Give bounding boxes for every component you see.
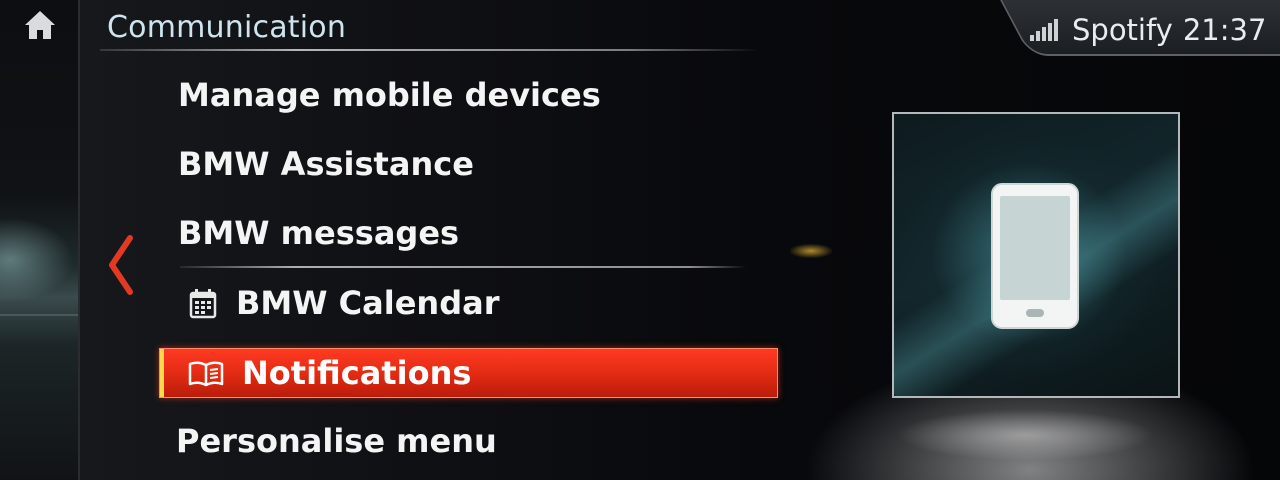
home-button[interactable] — [22, 8, 58, 42]
menu-divider — [180, 266, 746, 268]
menu-item-label: BMW messages — [178, 214, 460, 252]
back-button[interactable] — [106, 234, 136, 296]
menu-item-bmw-calendar[interactable]: BMW Calendar — [188, 284, 499, 322]
rail-glow — [0, 200, 78, 320]
menu-item-personalise-menu[interactable]: Personalise menu — [176, 422, 497, 460]
clock: 21:37 — [1182, 13, 1267, 47]
calendar-icon — [189, 289, 217, 319]
menu-item-notifications[interactable]: Notifications — [159, 348, 778, 398]
menu-item-label: Manage mobile devices — [178, 76, 601, 114]
book-icon — [188, 361, 224, 387]
menu-item-bmw-assistance[interactable]: BMW Assistance — [178, 145, 474, 183]
media-source: Spotify — [1072, 13, 1173, 47]
title-divider — [100, 49, 760, 51]
idrive-screen: Communication Spotify 21:37 Manage mobil… — [0, 0, 1280, 480]
smartphone-icon — [991, 183, 1079, 329]
left-rail — [0, 0, 80, 480]
menu-item-label: Notifications — [242, 354, 472, 392]
menu-item-label: Personalise menu — [176, 422, 497, 460]
menu-item-manage-mobile-devices[interactable]: Manage mobile devices — [178, 76, 601, 114]
page-title: Communication — [107, 10, 347, 45]
menu-item-bmw-messages[interactable]: BMW messages — [178, 214, 459, 252]
selection-indicator — [160, 349, 164, 397]
menu-item-label: BMW Assistance — [178, 145, 474, 183]
signal-icon — [1030, 19, 1058, 41]
ambient-reflection — [790, 244, 832, 258]
context-illustration — [892, 112, 1180, 398]
rail-divider — [0, 314, 78, 316]
menu-item-label: BMW Calendar — [236, 284, 500, 322]
home-icon — [25, 11, 55, 39]
chevron-left-icon — [109, 235, 133, 295]
status-bar: Spotify 21:37 — [1030, 10, 1266, 50]
floor-reflection — [860, 405, 1190, 465]
